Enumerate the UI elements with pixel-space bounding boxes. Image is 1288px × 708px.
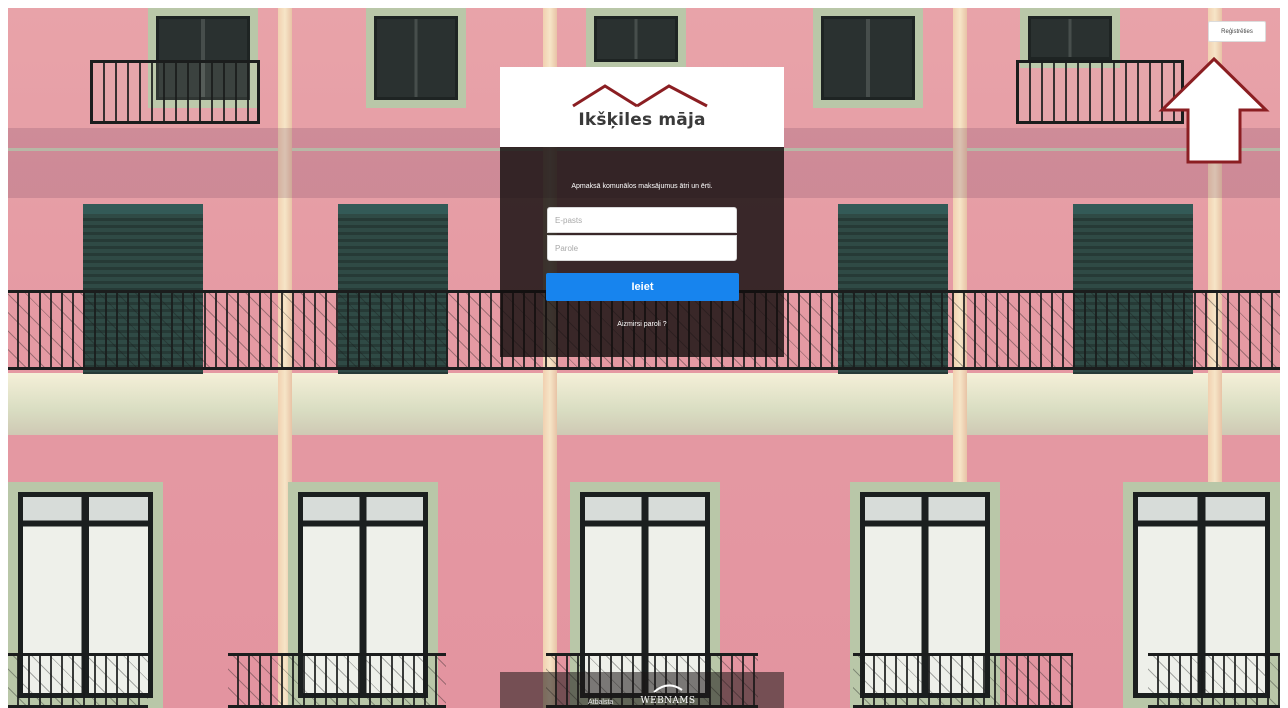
facade-balcony bbox=[90, 60, 260, 124]
partner-roof-icon bbox=[653, 684, 683, 693]
facade-window bbox=[1020, 8, 1120, 68]
facade-window bbox=[813, 8, 923, 108]
facade-window bbox=[586, 8, 686, 70]
register-button[interactable]: Reģistrēties bbox=[1208, 21, 1266, 42]
email-field[interactable] bbox=[547, 207, 737, 233]
footer-panel: Atbalsta WEBNAMS bbox=[500, 672, 784, 708]
facade-railing bbox=[228, 653, 446, 708]
logo-panel: Ikšķiles māja bbox=[500, 67, 784, 147]
house-roof-icon bbox=[572, 84, 708, 108]
forgot-password-link[interactable]: Aizmirsi paroli ? bbox=[500, 321, 784, 328]
brand-logo: Ikšķiles māja bbox=[567, 82, 717, 132]
facade-window bbox=[366, 8, 466, 108]
password-field[interactable] bbox=[547, 235, 737, 261]
login-tagline: Apmaksā komunālos maksājumus ātri un ērt… bbox=[571, 183, 713, 190]
login-panel: Apmaksā komunālos maksājumus ātri un ērt… bbox=[500, 147, 784, 357]
facade-cornice bbox=[8, 373, 1280, 435]
partner-logo[interactable]: WEBNAMS bbox=[636, 680, 700, 706]
login-button[interactable]: Ieiet bbox=[546, 273, 739, 301]
facade-railing bbox=[853, 653, 1073, 708]
up-arrow-icon bbox=[1158, 56, 1270, 164]
supported-by-label: Atbalsta bbox=[588, 699, 614, 706]
partner-logo-text: WEBNAMS bbox=[640, 696, 696, 706]
facade-railing bbox=[8, 653, 148, 708]
facade-railing bbox=[1148, 653, 1280, 708]
brand-logo-text: Ikšķiles māja bbox=[578, 110, 706, 130]
